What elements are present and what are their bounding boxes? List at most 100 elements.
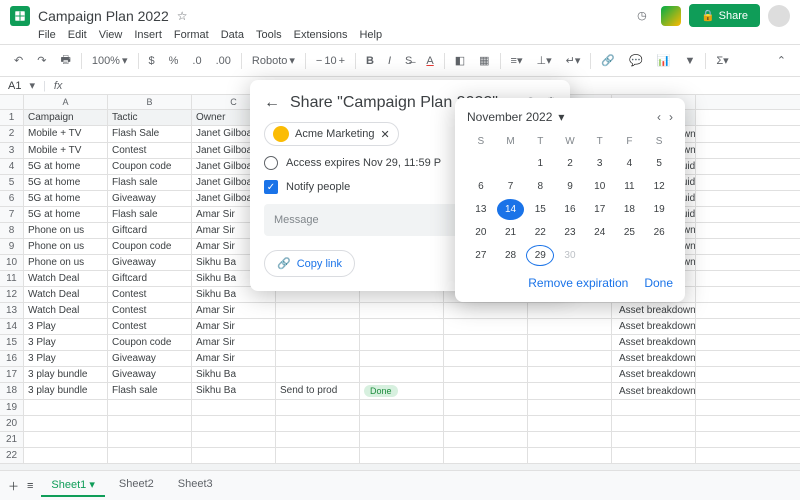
cell[interactable]: Phone on us xyxy=(24,239,108,254)
file-cell[interactable]: Asset breakdown xyxy=(612,335,696,350)
currency-icon[interactable]: $ xyxy=(145,53,159,69)
menu-format[interactable]: Format xyxy=(174,29,209,41)
meet-icon[interactable] xyxy=(661,6,681,26)
print-icon[interactable]: 🖶 xyxy=(56,49,74,72)
comment-icon[interactable]: 💬 xyxy=(625,52,647,69)
menu-tools[interactable]: Tools xyxy=(256,29,282,41)
row-number[interactable]: 14 xyxy=(0,319,24,334)
calendar-day[interactable]: 2 xyxy=(556,153,584,174)
bold-icon[interactable]: B xyxy=(362,53,378,69)
calendar-day[interactable]: 8 xyxy=(526,176,554,197)
cell[interactable]: Flash sale xyxy=(108,207,192,222)
row-number[interactable]: 12 xyxy=(0,287,24,302)
align-icon[interactable]: ≡▾ xyxy=(507,52,527,69)
menu-insert[interactable]: Insert xyxy=(134,29,162,41)
cell[interactable] xyxy=(108,416,192,431)
cell[interactable] xyxy=(528,400,612,415)
cell[interactable] xyxy=(192,400,276,415)
menu-extensions[interactable]: Extensions xyxy=(294,29,348,41)
copy-link-button[interactable]: 🔗 Copy link xyxy=(264,250,355,277)
calendar-day[interactable]: 15 xyxy=(526,199,554,220)
col-header[interactable]: A xyxy=(24,95,108,109)
row-number[interactable]: 20 xyxy=(0,416,24,431)
row-number[interactable]: 22 xyxy=(0,448,24,463)
cell[interactable]: Sikhu Ba xyxy=(192,367,276,382)
cell[interactable]: Giveaway xyxy=(108,367,192,382)
cell[interactable] xyxy=(360,400,444,415)
cell[interactable]: Watch Deal xyxy=(24,271,108,286)
cell[interactable] xyxy=(276,335,360,350)
cell[interactable]: Flash sale xyxy=(108,383,192,399)
prev-month-icon[interactable]: ‹ xyxy=(657,110,661,124)
cell[interactable] xyxy=(444,303,528,318)
done-button[interactable]: Done xyxy=(644,276,673,290)
row-number[interactable]: 3 xyxy=(0,143,24,158)
sheet-tab[interactable]: Sheet1 ▾ xyxy=(41,474,104,497)
cell[interactable] xyxy=(192,432,276,447)
file-cell[interactable]: Asset breakdown xyxy=(612,351,696,366)
row-number[interactable]: 19 xyxy=(0,400,24,415)
cell[interactable]: 3 play bundle xyxy=(24,367,108,382)
calendar-day[interactable]: 27 xyxy=(467,245,495,266)
cell[interactable] xyxy=(444,383,528,399)
name-box-dropdown-icon[interactable]: ▾ xyxy=(29,79,35,92)
row-number[interactable]: 8 xyxy=(0,223,24,238)
cell[interactable]: Contest xyxy=(108,303,192,318)
file-cell[interactable] xyxy=(612,448,696,463)
name-box[interactable]: A1 xyxy=(8,80,21,92)
calendar-day[interactable]: 30 xyxy=(556,245,584,266)
calendar-day[interactable]: 13 xyxy=(467,199,495,220)
row-number[interactable]: 2 xyxy=(0,126,24,142)
calendar-day[interactable]: 17 xyxy=(586,199,614,220)
cell[interactable] xyxy=(444,335,528,350)
calendar-day[interactable]: 5 xyxy=(645,153,673,174)
cell[interactable]: 3 Play xyxy=(24,319,108,334)
cell[interactable]: Amar Sir xyxy=(192,319,276,334)
filter-icon[interactable]: ▼ xyxy=(680,53,699,69)
cell[interactable]: Contest xyxy=(108,143,192,158)
cell[interactable] xyxy=(528,319,612,334)
account-avatar[interactable] xyxy=(768,5,790,27)
cell[interactable]: Flash sale xyxy=(108,175,192,190)
sheet-tab[interactable]: Sheet3 xyxy=(168,474,223,497)
cell[interactable]: 3 Play xyxy=(24,351,108,366)
borders-icon[interactable]: ▦ xyxy=(475,52,493,69)
cell[interactable]: 3 Play xyxy=(24,335,108,350)
cell[interactable] xyxy=(360,448,444,463)
file-cell[interactable]: Asset breakdown xyxy=(612,319,696,334)
cell[interactable]: 5G at home xyxy=(24,175,108,190)
next-month-icon[interactable]: › xyxy=(669,110,673,124)
functions-icon[interactable]: Σ▾ xyxy=(712,52,732,69)
cell[interactable]: 5G at home xyxy=(24,191,108,206)
doc-title[interactable]: Campaign Plan 2022 xyxy=(38,8,169,24)
cell[interactable] xyxy=(24,400,108,415)
cell[interactable] xyxy=(192,448,276,463)
row-number[interactable]: 10 xyxy=(0,255,24,270)
wrap-icon[interactable]: ↵▾ xyxy=(562,52,585,69)
calendar-day[interactable]: 16 xyxy=(556,199,584,220)
calendar-day[interactable]: 25 xyxy=(616,222,644,243)
cell[interactable]: Coupon code xyxy=(108,159,192,174)
sheet-tab[interactable]: Sheet2 xyxy=(109,474,164,497)
cell[interactable] xyxy=(528,448,612,463)
cell[interactable]: 5G at home xyxy=(24,159,108,174)
toolbar-expand-icon[interactable]: ⌃ xyxy=(773,52,790,69)
calendar-day[interactable]: 6 xyxy=(467,176,495,197)
cell[interactable] xyxy=(276,416,360,431)
cell[interactable] xyxy=(276,319,360,334)
cell[interactable]: Giveaway xyxy=(108,255,192,270)
row-number[interactable]: 5 xyxy=(0,175,24,190)
calendar-day[interactable]: 12 xyxy=(645,176,673,197)
cell[interactable] xyxy=(276,303,360,318)
calendar-day[interactable]: 4 xyxy=(616,153,644,174)
chip-remove-icon[interactable]: ✕ xyxy=(380,128,389,141)
cell[interactable]: Giveaway xyxy=(108,191,192,206)
cell[interactable]: Giftcard xyxy=(108,271,192,286)
cell[interactable]: Phone on us xyxy=(24,223,108,238)
notify-checkbox[interactable]: ✓ xyxy=(264,180,278,194)
cell[interactable] xyxy=(444,448,528,463)
row-number[interactable]: 18 xyxy=(0,383,24,399)
cell[interactable] xyxy=(360,416,444,431)
calendar-day[interactable]: 24 xyxy=(586,222,614,243)
file-cell[interactable] xyxy=(612,432,696,447)
